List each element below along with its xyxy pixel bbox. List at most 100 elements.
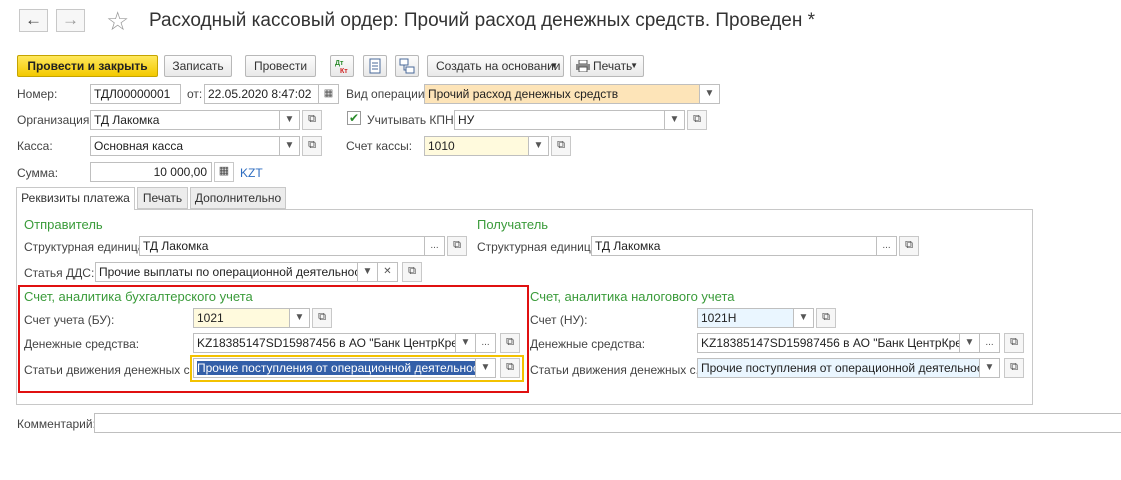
- dropdown-arrow-icon: ▼: [630, 61, 638, 70]
- dds-field[interactable]: Прочие выплаты по операционной деятельно…: [95, 262, 358, 282]
- ellipsis-icon: ...: [882, 240, 891, 251]
- tax-funds-dropdown-button[interactable]: ▼: [960, 333, 980, 353]
- dds-dropdown-button[interactable]: ▼: [358, 262, 378, 282]
- cash-open-button[interactable]: ⧉: [302, 136, 322, 156]
- tax-flows-dropdown-button[interactable]: ▼: [980, 358, 1000, 378]
- print-label: Печать: [593, 59, 633, 73]
- tab-additional[interactable]: Дополнительно: [190, 187, 286, 209]
- dt-kt-button[interactable]: Дт Кт: [330, 55, 354, 77]
- number-field[interactable]: ТДЛ00000001: [90, 84, 181, 104]
- open-icon: ⧉: [453, 239, 461, 251]
- dropdown-arrow-icon: ▼: [669, 114, 680, 125]
- open-icon: ⧉: [1010, 336, 1018, 348]
- date-field[interactable]: 22.05.2020 8:47:02: [204, 84, 319, 104]
- cash-dropdown-button[interactable]: ▼: [280, 136, 300, 156]
- tax-account-field[interactable]: 1021Н: [697, 308, 794, 328]
- receiver-heading: Получатель: [477, 217, 549, 232]
- back-button[interactable]: ←: [19, 9, 48, 32]
- tab-print[interactable]: Печать: [137, 187, 188, 209]
- sum-label: Сумма:: [17, 166, 59, 180]
- kpn-label: Учитывать КПН: [367, 113, 454, 127]
- operation-type-field[interactable]: Прочий расход денежных средств: [424, 84, 700, 104]
- tax-funds-select-button[interactable]: ...: [980, 333, 1000, 353]
- open-icon: ⧉: [1010, 361, 1018, 373]
- dds-label: Статья ДДС:: [24, 266, 95, 280]
- ellipsis-icon: ...: [985, 337, 994, 348]
- comment-label: Комментарий:: [17, 417, 96, 431]
- print-button[interactable]: Печать ▼: [570, 55, 644, 77]
- dropdown-arrow-icon: ▼: [362, 266, 373, 277]
- dropdown-arrow-icon: ▼: [798, 312, 809, 323]
- operation-label: Вид операции:: [346, 87, 428, 101]
- sender-unit-select-button[interactable]: ...: [425, 236, 445, 256]
- forward-button[interactable]: →: [56, 9, 85, 32]
- dropdown-arrow-icon: ▼: [533, 140, 544, 151]
- receiver-unit-select-button[interactable]: ...: [877, 236, 897, 256]
- calculator-icon: ▦: [218, 165, 230, 177]
- structure-button[interactable]: [395, 55, 419, 77]
- sender-unit-open-button[interactable]: ⧉: [447, 236, 467, 256]
- cash-account-field[interactable]: 1010: [424, 136, 529, 156]
- open-icon: ⧉: [822, 311, 830, 323]
- dds-clear-button[interactable]: ✕: [378, 262, 398, 282]
- tab-panel-gap: [17, 208, 134, 210]
- dropdown-arrow-icon: ▼: [704, 88, 715, 99]
- organization-open-button[interactable]: ⧉: [302, 110, 322, 130]
- dropdown-arrow-icon: ▼: [984, 362, 995, 373]
- receiver-unit-field[interactable]: ТД Лакомка: [591, 236, 877, 256]
- dds-open-button[interactable]: ⧉: [402, 262, 422, 282]
- kpn-field[interactable]: НУ: [454, 110, 665, 130]
- dt-kt-icon: Дт Кт: [335, 60, 348, 75]
- tax-funds-open-button[interactable]: ⧉: [1004, 333, 1024, 353]
- cash-field[interactable]: Основная касса: [90, 136, 280, 156]
- list-document-icon: [369, 58, 381, 74]
- checkmark-icon: ✔: [348, 111, 360, 125]
- kpn-open-button[interactable]: ⧉: [687, 110, 707, 130]
- tax-account-open-button[interactable]: ⧉: [816, 308, 836, 328]
- organization-field[interactable]: ТД Лакомка: [90, 110, 280, 130]
- currency-label[interactable]: KZT: [240, 166, 263, 180]
- kpn-dropdown-button[interactable]: ▼: [665, 110, 685, 130]
- svg-text:Кт: Кт: [340, 68, 348, 75]
- tax-heading: Счет, аналитика налогового учета: [530, 289, 735, 304]
- save-button[interactable]: Записать: [164, 55, 232, 77]
- tax-funds-label: Денежные средства:: [530, 337, 646, 351]
- ellipsis-icon: ...: [430, 240, 439, 251]
- post-button[interactable]: Провести: [245, 55, 316, 77]
- open-icon: ⧉: [408, 265, 416, 277]
- favorite-star-icon[interactable]: ☆: [106, 6, 129, 37]
- create-based-on-button[interactable]: Создать на основании ▼: [427, 55, 564, 77]
- sum-field[interactable]: 10 000,00: [90, 162, 212, 182]
- dropdown-arrow-icon: ▼: [284, 140, 295, 151]
- dropdown-arrow-icon: ▼: [550, 61, 558, 70]
- kpn-checkbox[interactable]: ✔: [347, 111, 361, 125]
- tab-payment-details[interactable]: Реквизиты платежа: [16, 187, 135, 210]
- arrow-left-icon: ←: [25, 10, 42, 29]
- cash-account-open-button[interactable]: ⧉: [551, 136, 571, 156]
- tax-account-label: Счет (НУ):: [530, 313, 588, 327]
- clear-icon: ✕: [383, 266, 392, 277]
- sender-unit-label: Структурная единица:: [24, 240, 148, 254]
- org-label: Организация:: [17, 113, 93, 127]
- comment-field[interactable]: [94, 413, 1121, 433]
- post-and-close-button[interactable]: Провести и закрыть: [17, 55, 158, 77]
- cash-label: Касса:: [17, 139, 53, 153]
- open-icon: ⧉: [308, 139, 316, 151]
- operation-dropdown-button[interactable]: ▼: [700, 84, 720, 104]
- receiver-unit-open-button[interactable]: ⧉: [899, 236, 919, 256]
- tax-flows-field[interactable]: Прочие поступления от операционной деяте…: [697, 358, 980, 378]
- tax-flows-open-button[interactable]: ⧉: [1004, 358, 1024, 378]
- cash-account-dropdown-button[interactable]: ▼: [529, 136, 549, 156]
- calendar-button[interactable]: ▦: [319, 84, 339, 104]
- printer-icon: [576, 60, 590, 72]
- number-label: Номер:: [17, 87, 58, 101]
- calculator-button[interactable]: ▦: [214, 162, 234, 182]
- highlight-frame: [18, 285, 529, 393]
- report-button[interactable]: [363, 55, 387, 77]
- organization-dropdown-button[interactable]: ▼: [280, 110, 300, 130]
- tax-funds-field[interactable]: KZ18385147SD15987456 в АО "Банк ЦентрКре…: [697, 333, 960, 353]
- dropdown-arrow-icon: ▼: [284, 114, 295, 125]
- open-icon: ⧉: [308, 113, 316, 125]
- tax-account-dropdown-button[interactable]: ▼: [794, 308, 814, 328]
- sender-unit-field[interactable]: ТД Лакомка: [139, 236, 425, 256]
